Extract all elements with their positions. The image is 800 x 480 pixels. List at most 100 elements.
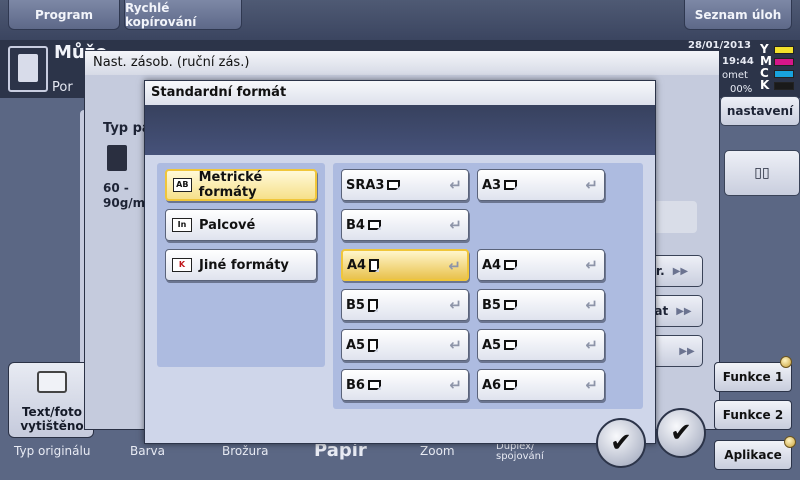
category-other-button[interactable]: K Jiné formáty [165,249,317,281]
top-bar [0,0,800,40]
enter-icon: ↵ [449,336,462,354]
enter-icon: ↵ [449,216,462,234]
function-1-button[interactable]: Funkce 1 [714,362,792,392]
enter-icon: ↵ [585,176,598,194]
duplex-mode-icon: ▯▯ [754,165,770,181]
checkmark-icon: ✔ [670,418,692,448]
size-a4-portrait-button[interactable]: A4 ↵ [341,249,469,281]
category-other-label: Jiné formáty [199,257,289,273]
landscape-icon [387,180,401,190]
toner-bars [774,46,794,94]
enter-icon: ↵ [585,256,598,274]
size-a6-button[interactable]: A6 ↵ [477,369,605,401]
quick-copy-button[interactable]: Rychlé kopírování [124,0,242,30]
category-metric-button[interactable]: AB Metrické formáty [165,169,317,201]
apps-led-icon [784,436,796,448]
function-1-led-icon [780,356,792,368]
size-b5-portrait-button[interactable]: B5 ↵ [341,289,469,321]
color-label[interactable]: Barva [130,444,165,458]
text-photo-icon [37,371,67,393]
size-a5-portrait-button[interactable]: A5 ↵ [341,329,469,361]
job-list-button[interactable]: Seznam úloh [684,0,792,30]
duplex-mode-button[interactable]: ▯▯ [724,150,800,196]
landscape-icon [504,380,518,390]
enter-icon: ↵ [585,336,598,354]
advanced-settings-label: nastavení [726,104,794,118]
landscape-icon [504,260,518,270]
toner-bar-magenta [774,58,794,66]
category-metric-label: Metrické formáty [198,170,263,200]
size-label: A5 [346,337,366,353]
metric-icon: AB [173,178,192,192]
arrow-right-icon: ▶▶ [676,305,692,317]
background-subtitle: Por [52,80,73,95]
size-label: A6 [482,377,502,393]
standard-size-dialog: Standardní formát AB Metrické formáty In… [144,80,656,444]
size-a3-button[interactable]: A3 ↵ [477,169,605,201]
function-2-button[interactable]: Funkce 2 [714,400,792,430]
original-type-label[interactable]: Typ originálu [14,444,90,458]
outer-right-button-1[interactable]: r. ▶▶ [651,255,703,287]
enter-icon: ↵ [448,257,461,275]
copy-document-icon [8,46,48,92]
landscape-icon [367,380,381,390]
size-label: B4 [346,217,365,233]
arrow-right-icon: ▶▶ [679,345,695,357]
toner-bar-cyan [774,70,794,78]
size-a5-landscape-button[interactable]: A5 ↵ [477,329,605,361]
portrait-icon [369,258,380,272]
function-1-label: Funkce 1 [722,370,784,384]
size-sra3-button[interactable]: SRA3 ↵ [341,169,469,201]
landscape-icon [503,300,517,310]
size-label: A5 [482,337,502,353]
outer-right-button-3[interactable]: ▶▶ [651,335,703,367]
dialog-band [145,105,655,155]
outer-right-button-2[interactable]: at ▶▶ [651,295,703,327]
size-b5-landscape-button[interactable]: B5 ↵ [477,289,605,321]
function-2-label: Funkce 2 [722,408,784,422]
toner-letter-k: K [760,78,770,92]
size-b6-button[interactable]: B6 ↵ [341,369,469,401]
size-label: B5 [482,297,501,313]
arrow-right-icon: ▶▶ [672,265,689,277]
landscape-icon [504,340,518,350]
dialog-ok-button[interactable]: ✔ [596,418,646,468]
outer-right-button-1-label: r. [655,264,665,278]
landscape-icon [367,220,381,230]
enter-icon: ↵ [585,376,598,394]
landscape-icon [504,180,518,190]
advanced-settings-button[interactable]: nastavení [720,96,800,126]
toner-bar-yellow [774,46,794,54]
size-a4-landscape-button[interactable]: A4 ↵ [477,249,605,281]
text-photo-label: Text/foto vytištěno [20,405,84,433]
zoom-label[interactable]: Zoom [420,444,455,458]
program-button[interactable]: Program [8,0,120,30]
category-inch-label: Palcové [199,217,256,233]
size-label: SRA3 [346,177,385,193]
duplex-label[interactable]: Duplex/ spojování [496,442,544,462]
enter-icon: ↵ [449,376,462,394]
toner-letters: Y M C K [760,43,772,91]
inch-icon: In [172,218,192,232]
outer-right-button-2-label: at [654,304,669,318]
booklet-label[interactable]: Brožura [222,444,268,458]
enter-icon: ↵ [449,176,462,194]
enter-icon: ↵ [585,296,598,314]
time-label: 19:44 [722,56,754,67]
dialog-title: Standardní formát [145,81,655,105]
category-inch-button[interactable]: In Palcové [165,209,317,241]
toner-bar-black [774,82,794,90]
size-label: B6 [346,377,365,393]
portrait-icon [367,298,378,312]
size-label: A4 [347,257,367,273]
size-label: A3 [482,177,502,193]
size-label: B5 [346,297,365,313]
paper-icon [107,145,127,171]
apps-button[interactable]: Aplikace [714,440,792,470]
original-type-button[interactable]: Text/foto vytištěno [8,362,94,438]
size-label: A4 [482,257,502,273]
other-formats-icon: K [172,258,192,272]
outer-ok-button[interactable]: ✔ [656,408,706,458]
toner-percent: 00% [730,84,753,95]
size-b4-button[interactable]: B4 ↵ [341,209,469,241]
